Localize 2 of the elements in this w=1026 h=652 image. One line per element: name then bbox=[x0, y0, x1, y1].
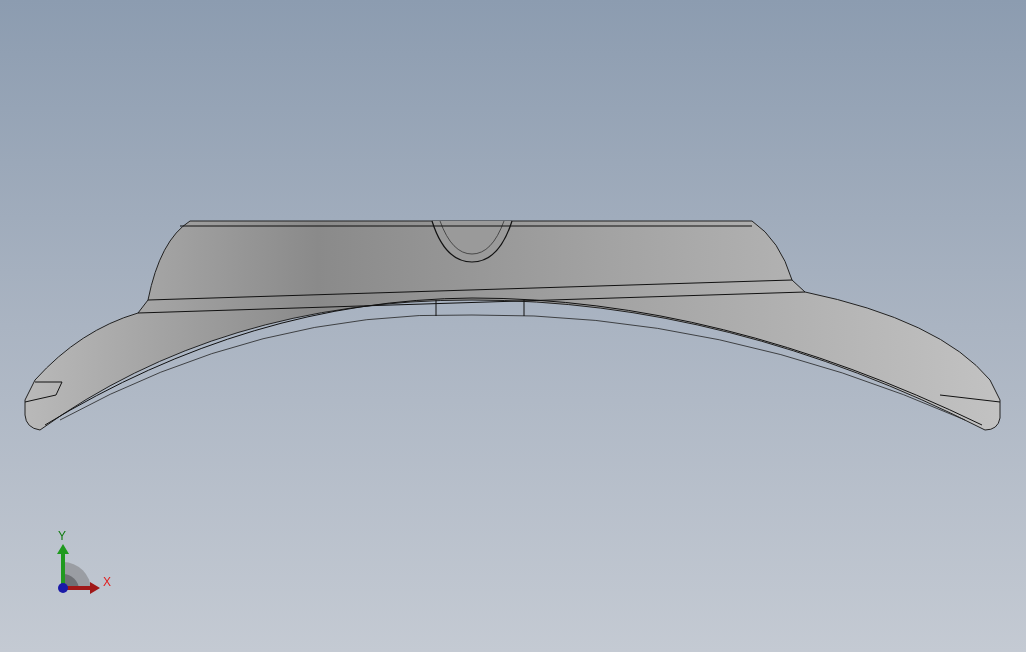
x-axis-label: X bbox=[103, 576, 111, 588]
y-axis-label: Y bbox=[58, 530, 66, 542]
